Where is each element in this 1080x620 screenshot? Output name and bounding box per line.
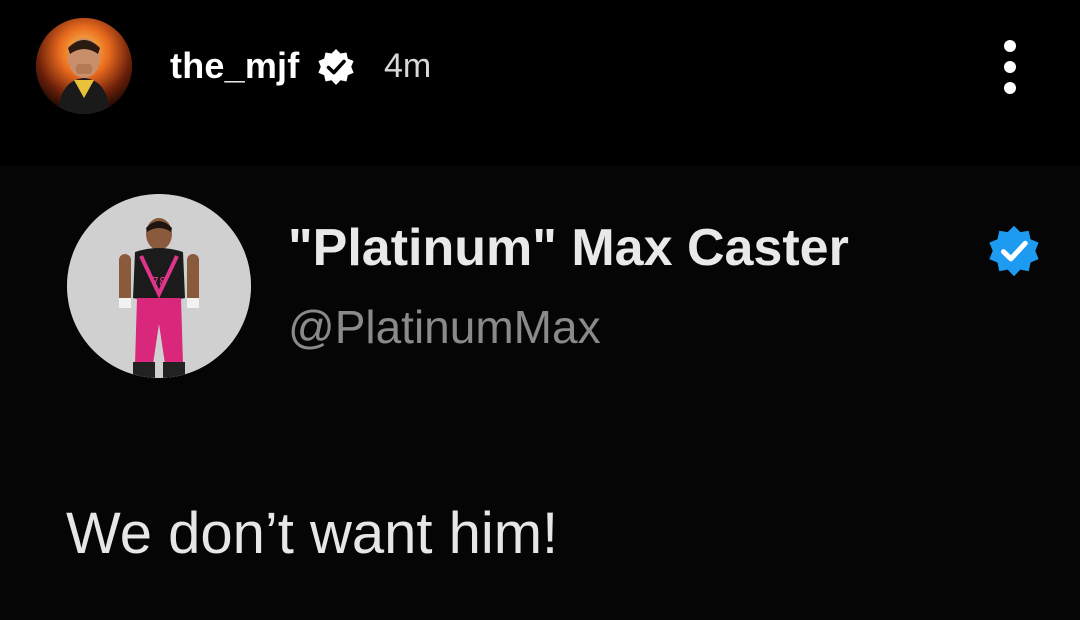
tweet-display-name: "Platinum" Max Caster [288,219,849,277]
more-options-button[interactable] [990,36,1030,98]
tweet-avatar: 78 [67,194,251,378]
avatar-image [36,18,132,114]
more-options-dot [1004,82,1016,94]
more-options-icon [1004,40,1016,52]
tweet-text: We don’t want him! [66,501,559,566]
tweet-handle: @PlatinumMax [288,301,601,353]
verified-badge-icon [989,225,1039,277]
story-timestamp: 4m [384,47,432,85]
verified-badge-icon [318,49,354,85]
story-header: the_mjf 4m [0,0,1080,150]
svg-text:78: 78 [151,275,166,289]
more-options-dot [1004,61,1016,73]
story-username[interactable]: the_mjf [170,42,299,90]
avatar-image: 78 [67,194,251,378]
tweet-screenshot: 78 "Platinum" Max Caster @PlatinumMax We… [0,165,1080,620]
story-avatar[interactable] [36,18,132,114]
